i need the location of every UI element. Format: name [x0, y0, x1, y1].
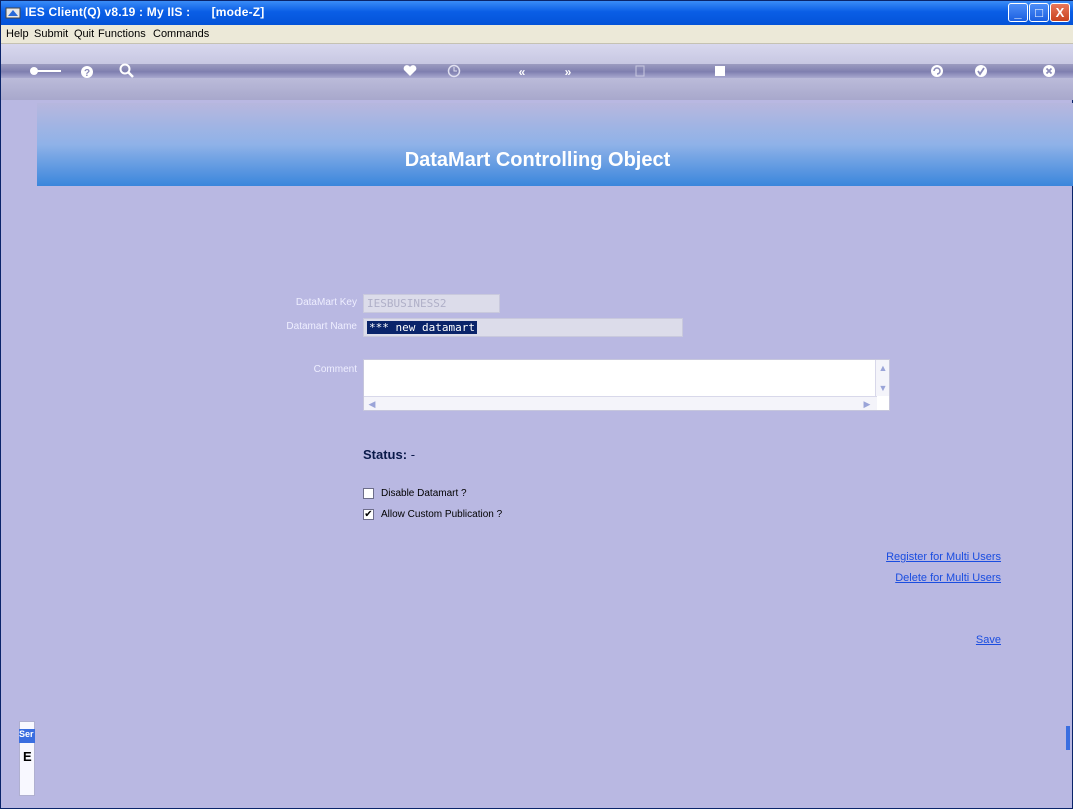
app-window: IES Client(Q) v8.19 : My IIS : [mode-Z] … [0, 0, 1073, 809]
page-title: DataMart Controlling Object [404, 149, 671, 171]
datamart-name-value: *** new datamart [367, 321, 477, 334]
right-edge-tab[interactable] [1066, 726, 1070, 750]
status-label: Status: [363, 447, 408, 462]
toolbar: ? « » [1, 44, 1073, 100]
comment-vertical-scrollbar[interactable]: ▲ ▼ [875, 360, 889, 396]
allow-custom-publication-checkbox[interactable]: ✔ [363, 509, 374, 520]
page-title-wrap: DataMart Controlling Object [1, 149, 1073, 172]
svg-text:?: ? [84, 68, 90, 79]
datamart-name-label: Datamart Name [286, 321, 357, 332]
menu-commands[interactable]: Commands [153, 28, 209, 40]
allow-custom-publication-label: Allow Custom Publication ? [381, 509, 503, 520]
datamart-key-label: DataMart Key [295, 297, 357, 308]
comment-textarea[interactable]: ▲ ▼ ◀ ▶ [363, 359, 890, 411]
disable-datamart-checkbox[interactable] [363, 488, 374, 499]
datamart-name-field[interactable]: *** new datamart [363, 318, 683, 337]
close-button[interactable]: X [1050, 3, 1070, 22]
comment-horizontal-scrollbar[interactable]: ◀ ▶ [364, 396, 877, 410]
title-bar[interactable]: IES Client(Q) v8.19 : My IIS : [mode-Z] … [1, 1, 1073, 25]
delete-multi-users-link[interactable]: Delete for Multi Users [821, 572, 1001, 584]
comment-label: Comment [313, 364, 357, 375]
rewind-icon[interactable]: « [511, 66, 533, 78]
minimize-button[interactable]: _ [1008, 3, 1028, 22]
disable-datamart-label: Disable Datamart ? [381, 488, 467, 499]
scroll-up-icon[interactable]: ▲ [877, 362, 889, 374]
stop-icon[interactable] [715, 66, 725, 76]
clock-icon[interactable] [447, 64, 461, 78]
register-multi-users-link[interactable]: Register for Multi Users [821, 551, 1001, 563]
side-panel-letter: E [23, 749, 32, 764]
scroll-down-icon[interactable]: ▼ [877, 382, 889, 394]
side-panel-tab[interactable]: Ser [19, 729, 35, 743]
header-banner [37, 103, 1073, 186]
toolbar-band [1, 64, 1073, 78]
status-text: Status: - [363, 447, 415, 462]
menu-help[interactable]: Help [6, 28, 29, 40]
datamart-key-field[interactable]: IESBUSINESS2 [363, 294, 500, 313]
forward-icon[interactable]: » [557, 66, 579, 78]
close-icon[interactable] [1042, 64, 1056, 78]
menu-bar: Help Submit Quit Functions Commands [1, 25, 1073, 44]
window-title: IES Client(Q) v8.19 : My IIS : [mode-Z] [25, 5, 265, 19]
save-link[interactable]: Save [941, 634, 1001, 646]
status-value: - [410, 447, 416, 462]
key-icon[interactable] [29, 66, 63, 76]
check-icon[interactable] [974, 64, 988, 78]
scroll-left-icon[interactable]: ◀ [366, 398, 378, 410]
menu-quit[interactable]: Quit [74, 28, 94, 40]
search-icon[interactable] [119, 63, 135, 79]
maximize-button[interactable]: □ [1029, 3, 1049, 22]
heart-icon[interactable] [403, 65, 417, 77]
app-icon [5, 7, 21, 19]
menu-functions[interactable]: Functions [98, 28, 146, 40]
refresh-icon[interactable] [930, 64, 944, 78]
menu-submit[interactable]: Submit [34, 28, 68, 40]
help-icon[interactable]: ? [80, 65, 94, 79]
document-icon[interactable] [635, 65, 645, 77]
scroll-right-icon[interactable]: ▶ [861, 398, 873, 410]
